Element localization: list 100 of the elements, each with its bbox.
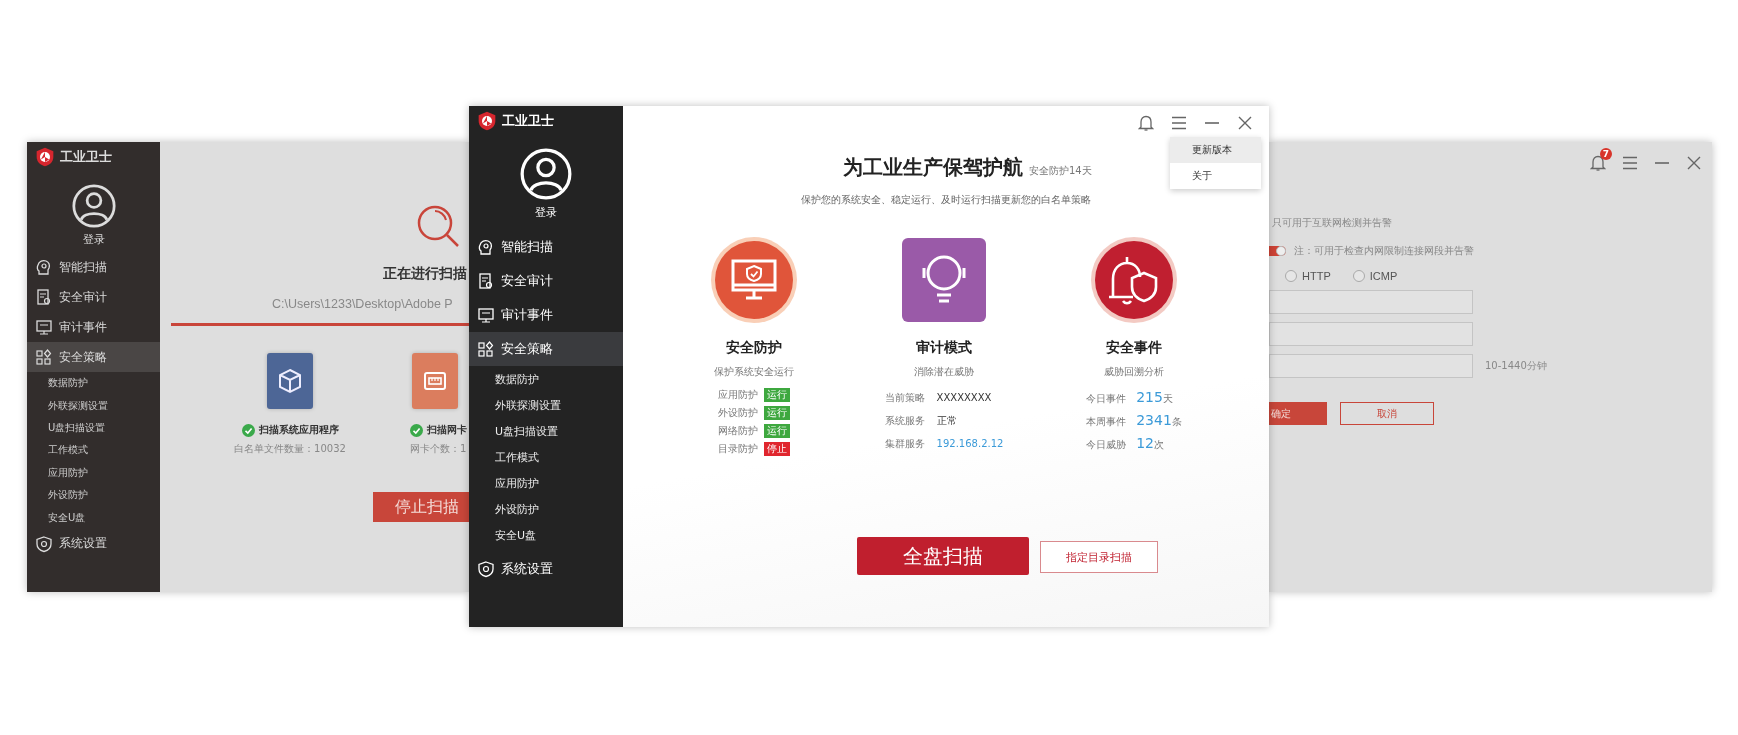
nav-item[interactable]: 智能扫描 <box>27 252 160 282</box>
unit-text: 条 <box>1171 416 1182 429</box>
monitor-shield-icon <box>709 235 799 325</box>
full-scan-button[interactable]: 全盘扫描 <box>857 537 1029 575</box>
close-button[interactable] <box>1237 115 1253 131</box>
row-value: XXXXXXXX <box>935 392 992 403</box>
nav-item[interactable]: 系统设置 <box>469 552 623 586</box>
input-field[interactable] <box>1269 290 1473 314</box>
note-text: 只可用于互联网检测并告警 <box>1272 216 1393 230</box>
menu-icon <box>1622 156 1638 170</box>
nav-subitem[interactable]: 工作模式 <box>27 439 160 462</box>
scan-detail-text: 网卡个数：1 <box>410 442 467 456</box>
row-label: 外设防护 <box>718 406 758 420</box>
app-logo-text: 工业卫士 <box>60 148 112 166</box>
nav-item[interactable]: 安全策略 <box>27 342 160 372</box>
nav-item[interactable]: 安全审计 <box>27 282 160 312</box>
shield-logo-icon <box>35 147 55 167</box>
nav-item[interactable]: 智能扫描 <box>469 230 623 264</box>
head-icon <box>35 258 53 276</box>
unit-hint: 10-1440分钟 <box>1485 359 1547 373</box>
count-value: 215 <box>1135 389 1163 405</box>
row-value: 正常 <box>935 414 957 428</box>
stop-scan-button[interactable]: 停止扫描 <box>373 492 469 522</box>
nav-item[interactable]: 系统设置 <box>27 528 160 559</box>
radio-option[interactable]: ICMP <box>1352 270 1398 282</box>
menu-item[interactable]: 更新版本 <box>1170 137 1261 163</box>
toggle-switch[interactable] <box>1269 246 1286 256</box>
nav-subitem[interactable]: 数据防护 <box>469 366 623 392</box>
input-field[interactable] <box>1269 322 1473 346</box>
nav-item[interactable]: 安全策略 <box>469 332 623 366</box>
head-icon <box>477 238 495 256</box>
nav-item[interactable]: 安全审计 <box>469 264 623 298</box>
user-avatar-icon <box>520 148 572 200</box>
nav-item[interactable]: 审计事件 <box>27 312 160 342</box>
document-icon <box>477 272 495 290</box>
close-icon <box>1237 115 1253 131</box>
status-tag: 运行 <box>764 388 790 402</box>
cancel-button[interactable]: 取消 <box>1340 402 1434 425</box>
nav-subitem[interactable]: 安全U盘 <box>469 522 623 548</box>
count-value: 2341 <box>1135 412 1172 428</box>
radio-option[interactable]: HTTP <box>1285 270 1331 282</box>
nav-subitem[interactable]: 应用防护 <box>469 470 623 496</box>
close-button[interactable] <box>1686 155 1702 171</box>
count-value: 12 <box>1135 435 1154 451</box>
app-logo-text: 工业卫士 <box>502 112 554 130</box>
row-label: 网络防护 <box>718 424 758 438</box>
shield-logo-icon <box>477 111 497 131</box>
nav-subitem[interactable]: 外联探测设置 <box>469 392 623 418</box>
input-field[interactable] <box>1269 354 1473 378</box>
scan-step-label: 扫描系统应用程序 <box>258 423 339 437</box>
scan-step-label: 扫描网卡 <box>427 423 467 437</box>
login-link[interactable]: 登录 <box>535 205 557 221</box>
directory-scan-button[interactable]: 指定目录扫描 <box>1040 541 1158 573</box>
confirm-button[interactable]: 确定 <box>1269 402 1327 425</box>
row-label: 目录防护 <box>718 442 758 456</box>
user-avatar-icon <box>71 184 116 228</box>
nav-subitem[interactable]: U盘扫描设置 <box>27 416 160 440</box>
nav-subitem[interactable]: 安全U盘 <box>27 506 160 529</box>
scan-detail-text: 白名单文件数量：10032 <box>234 442 346 456</box>
shield-icon <box>477 560 495 578</box>
menu-icon <box>1171 116 1187 130</box>
nav-subitem[interactable]: 外设防护 <box>27 483 160 507</box>
nav-item[interactable]: 审计事件 <box>469 298 623 332</box>
monitor-icon <box>477 306 495 324</box>
status-tag: 运行 <box>764 424 790 438</box>
shield-icon <box>35 534 53 553</box>
card-subtitle: 保护系统安全运行 <box>714 365 794 379</box>
unit-text: 次 <box>1154 439 1164 452</box>
nav-subitem[interactable]: U盘扫描设置 <box>469 418 623 444</box>
menu-button[interactable] <box>1171 116 1187 130</box>
nav-subitem[interactable]: 外联探测设置 <box>27 394 160 417</box>
grid-icon <box>35 348 53 366</box>
grid-icon <box>477 340 495 358</box>
card-subtitle: 消除潜在威胁 <box>914 365 974 379</box>
login-link[interactable]: 登录 <box>82 232 105 248</box>
light-bulb-icon <box>899 235 989 325</box>
nav-subitem[interactable]: 应用防护 <box>27 461 160 484</box>
row-label: 当前策略 <box>884 391 925 405</box>
card-title: 安全防护 <box>726 339 782 357</box>
menu-button[interactable] <box>1622 156 1638 170</box>
document-icon <box>35 288 53 306</box>
nav-subitem[interactable]: 外设防护 <box>469 496 623 522</box>
row-label: 今日事件 <box>1086 392 1127 406</box>
note-text: 注：可用于检查内网限制连接网段并告警 <box>1294 244 1474 258</box>
nav-subitem[interactable]: 数据防护 <box>27 372 160 395</box>
scan-status-text: 正在进行扫描 <box>382 265 468 283</box>
nav-subitem[interactable]: 工作模式 <box>469 444 623 470</box>
protection-days-text: 安全防护14天 <box>1029 164 1092 178</box>
bell-shield-icon <box>1089 235 1179 325</box>
card-subtitle: 威胁回溯分析 <box>1104 365 1164 379</box>
unit-text: 天 <box>1162 393 1173 406</box>
bell-icon <box>1138 114 1154 132</box>
notification-badge: 7 <box>1600 148 1612 160</box>
page-title: 为工业生产保驾护航 <box>843 154 1023 181</box>
row-label: 集群服务 <box>884 437 925 451</box>
row-label: 今日威胁 <box>1086 438 1127 452</box>
row-label: 本周事件 <box>1086 415 1127 429</box>
card-title: 审计模式 <box>916 339 972 357</box>
row-label: 应用防护 <box>718 388 758 402</box>
menu-item[interactable]: 关于 <box>1170 163 1261 189</box>
